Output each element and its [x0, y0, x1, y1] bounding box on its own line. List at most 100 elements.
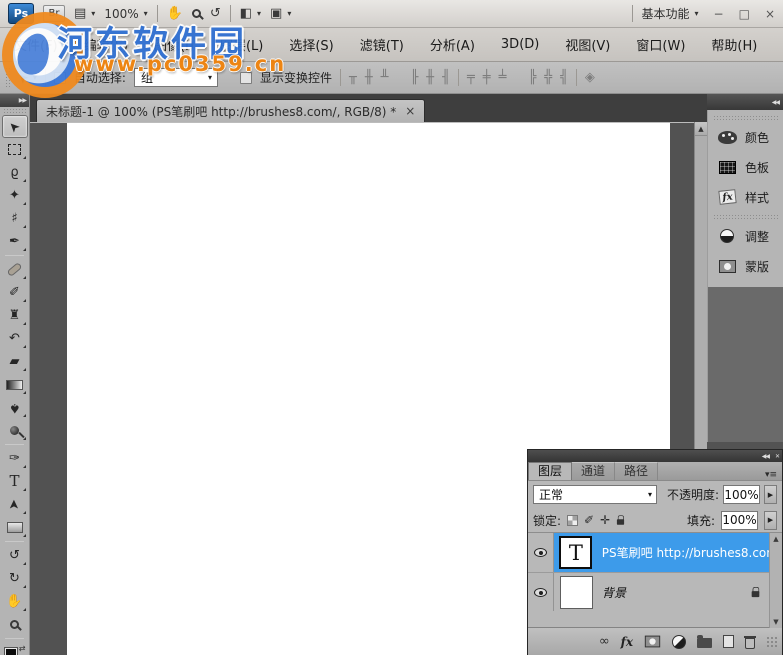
tool-path-selection[interactable]: ➤ — [2, 493, 28, 516]
tool-clone-stamp[interactable]: ♜ — [2, 304, 28, 327]
distribute-left-edges-icon[interactable]: ╠ — [528, 71, 536, 84]
tool-blur[interactable]: ♠ — [2, 396, 28, 419]
new-adjustment-layer-icon[interactable] — [672, 635, 686, 649]
workspace-dropdown-arrow[interactable]: ▾ — [695, 9, 699, 18]
layer-style-fx-icon[interactable]: fx — [621, 635, 633, 649]
zoom-level-value[interactable]: 100% — [104, 7, 138, 21]
menu-file[interactable]: 文件(F) — [14, 35, 58, 54]
lock-transparent-pixels-icon[interactable] — [567, 515, 578, 526]
panel-resize-grip[interactable] — [766, 636, 777, 647]
options-bar-grip[interactable] — [5, 67, 10, 89]
panel-button-styles[interactable]: fx 样式 — [708, 182, 783, 212]
eye-icon[interactable] — [534, 588, 547, 597]
align-horizontal-centers-icon[interactable]: ╫ — [426, 71, 434, 84]
fill-spinner-arrow[interactable]: ▶ — [764, 511, 777, 530]
delete-layer-icon[interactable] — [745, 638, 755, 649]
panel-button-adjustments[interactable]: 调整 — [708, 221, 783, 251]
new-group-icon[interactable] — [697, 638, 712, 648]
fill-value-field[interactable]: 100% — [721, 511, 758, 530]
blend-mode-select[interactable]: 正常 ▾ — [533, 485, 657, 504]
screen-mode-icon[interactable]: ▣ — [270, 7, 282, 20]
tool-brush[interactable]: ✐ — [2, 281, 28, 304]
panel-menu-icon[interactable]: ▾≡ — [765, 470, 782, 480]
menu-analysis[interactable]: 分析(A) — [430, 35, 475, 54]
close-button[interactable]: × — [765, 7, 775, 21]
text-layer-thumbnail[interactable]: T — [559, 536, 592, 569]
layers-panel-header[interactable]: ◀◀ ✕ — [528, 450, 782, 462]
scroll-down-icon[interactable]: ▼ — [773, 618, 778, 626]
layer-name[interactable]: PS笔刷吧 http://brushes8.com/ — [598, 544, 782, 561]
distribute-top-edges-icon[interactable]: ╤ — [467, 71, 475, 84]
tool-rectangular-marquee[interactable] — [2, 138, 28, 161]
panel-button-masks[interactable]: 蒙版 — [708, 251, 783, 281]
eye-icon[interactable] — [534, 548, 547, 557]
scroll-up-icon[interactable]: ▲ — [773, 535, 778, 543]
add-layer-mask-icon[interactable] — [645, 636, 660, 648]
tool-hand[interactable]: ✋ — [2, 590, 28, 613]
align-bottom-edges-icon[interactable]: ╨ — [381, 71, 389, 84]
tool-pen[interactable]: ✑ — [2, 447, 28, 470]
dock-grip[interactable] — [713, 115, 778, 120]
dock-header[interactable]: ◀◀ — [707, 94, 783, 110]
opacity-value-field[interactable]: 100% — [723, 485, 760, 504]
minimize-button[interactable]: − — [714, 7, 724, 21]
auto-align-layers-icon[interactable]: ◈ — [585, 71, 595, 84]
dock-grip[interactable] — [713, 214, 778, 219]
tool-crop[interactable]: ♯ — [2, 207, 28, 230]
workspace-switcher[interactable]: 基本功能 — [642, 5, 690, 22]
tool-spot-healing-brush[interactable] — [2, 258, 28, 281]
maximize-button[interactable]: □ — [739, 7, 750, 21]
menu-edit[interactable]: 编辑(E) — [84, 35, 128, 54]
zoom-tool-icon[interactable] — [192, 9, 201, 18]
auto-select-target-select[interactable]: 组 ▾ — [134, 68, 218, 87]
zoom-level-dropdown-arrow[interactable]: ▾ — [144, 9, 148, 18]
align-right-edges-icon[interactable]: ╢ — [442, 71, 450, 84]
layer-name[interactable]: 背景 — [598, 584, 626, 601]
tab-layers[interactable]: 图层 — [528, 462, 572, 480]
tool-gradient[interactable] — [2, 373, 28, 396]
lock-image-pixels-icon[interactable]: ✐ — [584, 514, 594, 526]
tool-eyedropper[interactable]: ✒ — [2, 230, 28, 253]
menu-3d[interactable]: 3D(D) — [501, 37, 539, 52]
tool-lasso[interactable]: ϱ — [2, 161, 28, 184]
new-layer-icon[interactable] — [723, 635, 734, 648]
tool-preset-dropdown-arrow[interactable]: ▾ — [33, 73, 37, 82]
rotate-view-icon[interactable]: ↺ — [210, 7, 221, 20]
menu-help[interactable]: 帮助(H) — [711, 35, 757, 54]
background-layer-thumbnail[interactable] — [560, 576, 593, 609]
launch-bridge-button[interactable]: Br — [43, 5, 65, 22]
align-top-edges-icon[interactable]: ╥ — [349, 71, 357, 84]
show-transform-controls-checkbox[interactable] — [240, 72, 252, 84]
view-extras-icon[interactable]: ▤ — [74, 7, 86, 20]
tool-3d-rotate[interactable]: ↺ — [2, 544, 28, 567]
toolbox-header[interactable]: ▶▶ — [0, 94, 29, 107]
document-tab-close-icon[interactable]: × — [405, 104, 415, 118]
tab-paths[interactable]: 路径 — [615, 462, 658, 480]
document-tab[interactable]: 未标题-1 @ 100% (PS笔刷吧 http://brushes8.com/… — [36, 99, 425, 122]
swap-colors-icon[interactable]: ⇄ — [19, 644, 26, 653]
scroll-up-icon[interactable]: ▲ — [695, 122, 707, 136]
auto-select-checkbox[interactable] — [54, 72, 66, 84]
tool-3d-orbit[interactable]: ↻ — [2, 567, 28, 590]
dock-collapse-icon[interactable]: ◀◀ — [772, 99, 779, 106]
tool-move[interactable]: ➤ — [2, 115, 28, 138]
visibility-cell[interactable] — [528, 533, 554, 572]
distribute-horizontal-centers-icon[interactable]: ╬ — [544, 71, 552, 84]
arrange-documents-dropdown-arrow[interactable]: ▾ — [257, 9, 261, 18]
link-layers-icon[interactable]: ∞ — [599, 635, 610, 648]
tool-zoom[interactable] — [2, 613, 28, 636]
layer-list-scrollbar[interactable]: ▲ ▼ — [769, 533, 782, 628]
screen-mode-dropdown-arrow[interactable]: ▾ — [287, 9, 291, 18]
panel-collapse-icon[interactable]: ◀◀ — [762, 453, 769, 460]
distribute-bottom-edges-icon[interactable]: ╧ — [499, 71, 507, 84]
visibility-cell[interactable] — [528, 573, 554, 611]
align-vertical-centers-icon[interactable]: ╫ — [365, 71, 373, 84]
align-left-edges-icon[interactable]: ╟ — [410, 71, 418, 84]
toolbox-grip[interactable] — [3, 108, 26, 114]
tool-history-brush[interactable]: ↶ — [2, 327, 28, 350]
menu-view[interactable]: 视图(V) — [565, 35, 610, 54]
lock-all-icon[interactable] — [617, 515, 624, 525]
tool-rectangle-shape[interactable] — [2, 516, 28, 539]
panel-button-color[interactable]: 颜色 — [708, 122, 783, 152]
arrange-documents-icon[interactable]: ◧ — [240, 7, 252, 20]
